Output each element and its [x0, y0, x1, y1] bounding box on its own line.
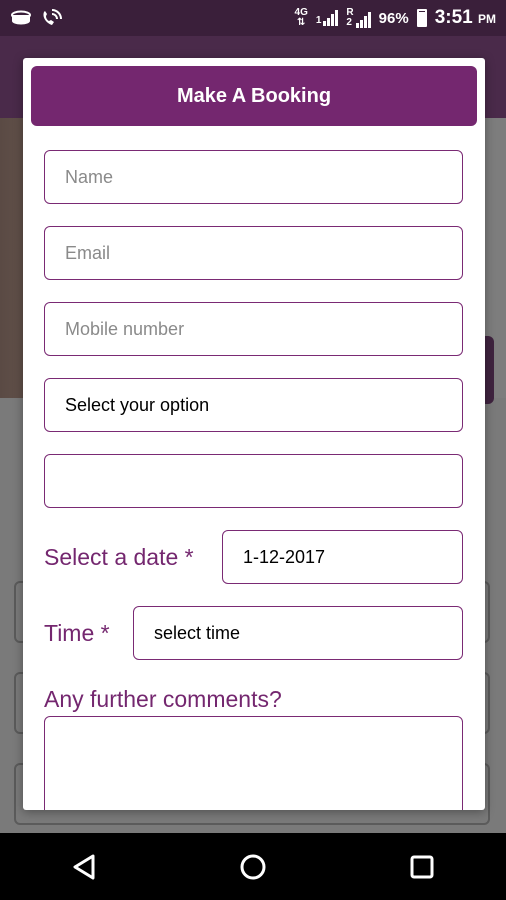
- time-field[interactable]: select time: [133, 606, 463, 660]
- sim2-label: 2: [346, 17, 352, 28]
- option-select-value: Select your option: [65, 394, 210, 415]
- status-bar: 4G ⇅ 1 R 2 96% 3:51 PM: [0, 0, 506, 36]
- sim1-label: 1: [315, 15, 322, 26]
- time-label: Time *: [44, 620, 110, 646]
- signal-icon-sim2: [355, 12, 371, 28]
- date-field[interactable]: 1-12-2017: [222, 530, 463, 584]
- time-value: select time: [154, 622, 241, 643]
- booking-dialog: Make A Booking Select your option Select…: [23, 58, 485, 810]
- back-button[interactable]: [54, 837, 114, 897]
- option-select[interactable]: Select your option: [44, 378, 463, 432]
- recents-icon: [410, 855, 434, 878]
- dialog-title: Make A Booking: [31, 66, 477, 126]
- date-label: Select a date *: [44, 544, 194, 570]
- recents-button[interactable]: [392, 837, 452, 897]
- battery-icon: [416, 9, 427, 27]
- wifi-calling-icon: [43, 9, 62, 25]
- name-field[interactable]: [44, 150, 463, 204]
- home-icon: [240, 854, 266, 879]
- home-button[interactable]: [223, 837, 283, 897]
- clock: 3:51 PM: [434, 7, 496, 28]
- comments-label: Any further comments?: [44, 686, 282, 712]
- signal-icon: [323, 10, 339, 26]
- blank-field[interactable]: [44, 454, 463, 508]
- back-icon: [73, 854, 95, 879]
- mobile-number-field[interactable]: [44, 302, 463, 356]
- date-value: 1-12-2017: [243, 546, 326, 567]
- email-field[interactable]: [44, 226, 463, 280]
- comments-field[interactable]: [44, 716, 463, 810]
- storage-icon: [11, 10, 31, 25]
- navigation-bar: [0, 833, 506, 900]
- battery-percent: 96%: [378, 9, 409, 27]
